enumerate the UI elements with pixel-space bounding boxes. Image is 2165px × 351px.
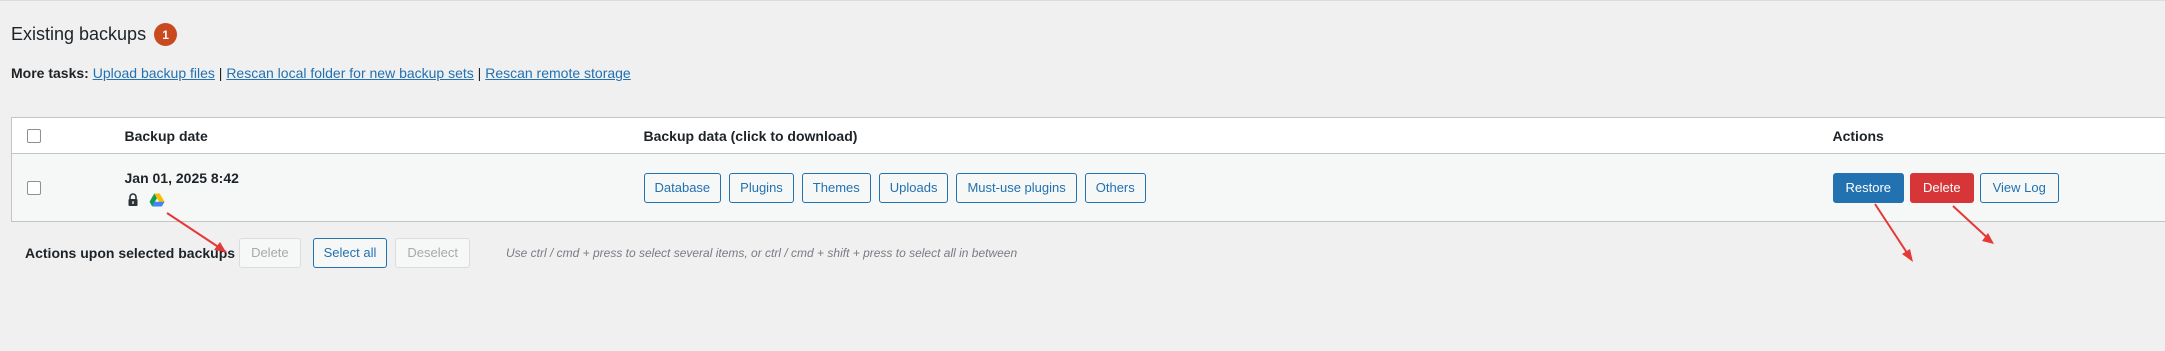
select-all-checkbox[interactable] (27, 128, 41, 143)
page-title: Existing backups (11, 24, 147, 44)
bulk-actions-label: Actions upon selected backups (25, 245, 236, 261)
selection-hint: Use ctrl / cmd + press to select several… (505, 246, 1018, 260)
backup-data-buttons: Database Plugins Themes Uploads Must-use… (643, 172, 1833, 203)
more-tasks: More tasks: Upload backup files | Rescan… (11, 63, 631, 83)
table-header-row: Backup date Backup data (click to downlo… (11, 117, 2165, 154)
lock-icon (125, 192, 141, 208)
download-others-button[interactable]: Others (1084, 172, 1146, 203)
table-row[interactable]: Jan 01, 2025 8:42 Database Plugins Theme… (11, 153, 2165, 222)
separator: | (477, 65, 482, 81)
bulk-delete-button[interactable]: Delete (239, 238, 301, 268)
actions-cell: Restore Delete View Log (1832, 154, 2165, 222)
more-tasks-label: More tasks: (11, 65, 89, 81)
delete-button[interactable]: Delete (1910, 172, 1974, 203)
backup-date-icons (125, 192, 644, 208)
column-header-actions: Actions (1832, 117, 2165, 154)
column-header-backup-data: Backup data (click to download) (643, 117, 1833, 154)
deselect-button[interactable]: Deselect (395, 238, 470, 268)
backups-table: Backup date Backup data (click to downlo… (11, 117, 2165, 222)
download-uploads-button[interactable]: Uploads (878, 172, 949, 203)
select-all-header-cell (11, 117, 125, 154)
download-themes-button[interactable]: Themes (801, 172, 871, 203)
rescan-remote-storage-link[interactable]: Rescan remote storage (485, 65, 631, 81)
backup-date-cell: Jan 01, 2025 8:42 (125, 154, 644, 222)
row-checkbox[interactable] (27, 180, 41, 195)
view-log-button[interactable]: View Log (1979, 172, 2059, 203)
backup-count-badge: 1 (154, 23, 178, 46)
existing-backups-panel: Existing backups 1 More tasks: Upload ba… (0, 0, 2165, 351)
select-all-button[interactable]: Select all (312, 238, 388, 268)
column-header-backup-date: Backup date (124, 117, 644, 154)
row-checkbox-cell (12, 154, 125, 222)
upload-backup-files-link[interactable]: Upload backup files (93, 65, 215, 81)
download-must-use-plugins-button[interactable]: Must-use plugins (956, 172, 1077, 203)
download-database-button[interactable]: Database (643, 172, 722, 203)
row-actions: Restore Delete View Log (1832, 172, 2165, 203)
title-row: Existing backups 1 (11, 22, 178, 46)
rescan-local-folder-link[interactable]: Rescan local folder for new backup sets (226, 65, 473, 81)
backup-date: Jan 01, 2025 8:42 (124, 169, 239, 186)
download-plugins-button[interactable]: Plugins (729, 172, 794, 203)
backup-data-cell: Database Plugins Themes Uploads Must-use… (643, 154, 1833, 222)
bulk-actions: Actions upon selected backups Delete Sel… (25, 238, 1017, 268)
separator: | (218, 65, 223, 81)
google-drive-icon (149, 192, 165, 208)
restore-button[interactable]: Restore (1832, 172, 1905, 203)
